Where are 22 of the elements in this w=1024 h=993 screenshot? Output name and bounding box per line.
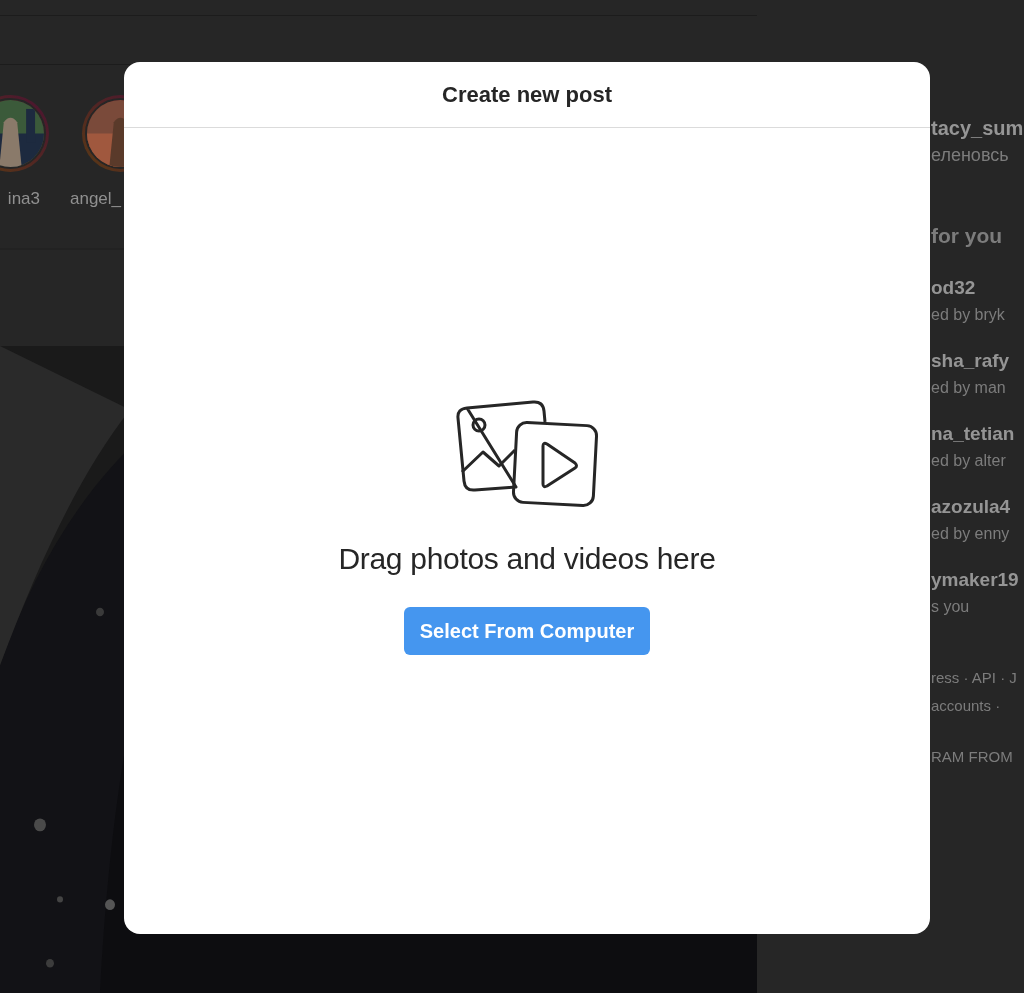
story-username[interactable]: angel_: [70, 186, 122, 212]
suggested-username[interactable]: ymaker19: [931, 565, 1024, 594]
suggestion-note: ed by enny: [931, 523, 1011, 544]
photo-video-icon: [455, 400, 599, 510]
account-name: еленовсь: [931, 144, 1010, 167]
select-from-computer-button[interactable]: Select From Computer: [403, 607, 651, 655]
suggestion-note: s you: [931, 596, 971, 617]
suggestions-heading: for you: [931, 223, 1004, 249]
footer-links[interactable]: ress · API · J: [931, 663, 1024, 692]
suggestion-note: ed by alter: [931, 450, 1007, 471]
suggested-username[interactable]: od32: [931, 273, 1024, 302]
suggestion-note: ed by man: [931, 377, 1007, 398]
story-username[interactable]: ina3: [7, 186, 40, 212]
suggestion-note: ed by bryk: [931, 304, 1006, 325]
suggested-username[interactable]: azozula4: [931, 492, 1024, 521]
dialog-title: Create new post: [442, 81, 612, 109]
account-username[interactable]: tacy_sum: [931, 114, 1024, 142]
suggested-username[interactable]: na_tetian: [931, 419, 1024, 448]
copyright-text: RAM FROM: [931, 746, 1014, 767]
suggested-username[interactable]: sha_rafy: [931, 346, 1024, 375]
footer-links[interactable]: accounts ·: [931, 691, 1024, 720]
drop-hint: Drag photos and videos here: [338, 541, 716, 577]
